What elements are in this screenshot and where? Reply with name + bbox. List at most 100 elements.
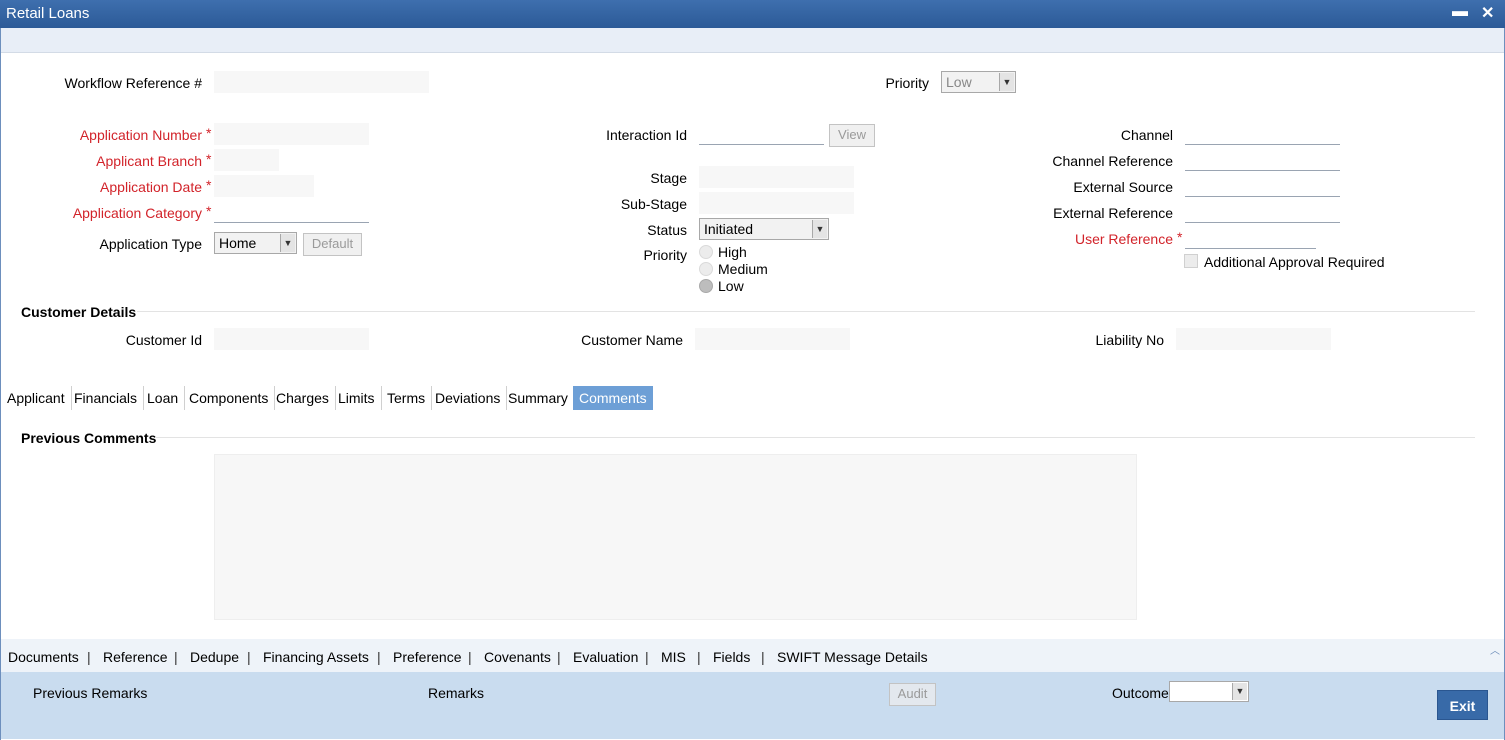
required-marker: * xyxy=(206,203,212,219)
section-divider xyxy=(155,437,1475,438)
user-reference-input[interactable] xyxy=(1185,227,1316,249)
liability-no-label: Liability No xyxy=(1095,332,1164,348)
nav-preference[interactable]: Preference xyxy=(393,649,461,665)
sub-stage-label: Sub-Stage xyxy=(620,196,687,212)
external-reference-label: External Reference xyxy=(1053,205,1173,221)
outcome-label: Outcome xyxy=(1112,685,1169,701)
status-select[interactable]: Initiated ▼ xyxy=(699,218,829,240)
customer-details-heading: Customer Details xyxy=(21,304,137,320)
section-divider xyxy=(137,311,1475,312)
nav-separator: | xyxy=(761,649,765,665)
previous-comments-heading: Previous Comments xyxy=(21,430,157,446)
exit-button[interactable]: Exit xyxy=(1437,690,1488,720)
window-titlebar: Retail Loans ▬ ✕ xyxy=(0,0,1505,28)
liability-no-input[interactable] xyxy=(1176,328,1331,350)
tab-loan[interactable]: Loan xyxy=(141,386,186,410)
additional-approval-checkbox[interactable] xyxy=(1184,254,1198,268)
application-number-label: Application Number xyxy=(79,127,202,143)
scroll-up-icon[interactable]: ︿ xyxy=(1490,642,1500,657)
remarks-link[interactable]: Remarks xyxy=(428,685,484,701)
required-marker: * xyxy=(206,125,212,141)
minimize-icon[interactable]: ▬ xyxy=(1452,3,1468,21)
header-priority-value: Low xyxy=(946,74,972,90)
status-value: Initiated xyxy=(704,221,754,237)
nav-separator: | xyxy=(468,649,472,665)
audit-button[interactable]: Audit xyxy=(889,683,936,706)
customer-name-input[interactable] xyxy=(695,328,850,350)
tab-financials[interactable]: Financials xyxy=(68,386,145,410)
tab-charges[interactable]: Charges xyxy=(270,386,336,410)
default-button[interactable]: Default xyxy=(303,233,362,256)
nav-financing-assets[interactable]: Financing Assets xyxy=(263,649,369,665)
nav-dedupe[interactable]: Dedupe xyxy=(190,649,239,665)
close-icon[interactable]: ✕ xyxy=(1481,3,1494,23)
nav-separator: | xyxy=(645,649,649,665)
applicant-branch-label: Applicant Branch xyxy=(96,153,202,169)
user-reference-label: User Reference xyxy=(1074,231,1173,247)
tab-applicant[interactable]: Applicant xyxy=(1,386,72,410)
interaction-id-label: Interaction Id xyxy=(606,127,687,143)
stage-input[interactable] xyxy=(699,166,854,188)
additional-approval-label: Additional Approval Required xyxy=(1204,254,1385,270)
footer-bar xyxy=(1,672,1504,739)
priority-high-radio[interactable] xyxy=(699,245,713,259)
priority-high-label: High xyxy=(718,244,747,260)
application-number-input[interactable] xyxy=(214,123,369,145)
nav-separator: | xyxy=(87,649,91,665)
workflow-reference-input[interactable] xyxy=(214,71,429,93)
channel-label: Channel xyxy=(1120,127,1173,143)
application-type-value: Home xyxy=(219,235,257,251)
dropdown-arrow-icon: ▼ xyxy=(280,234,295,252)
tab-summary[interactable]: Summary xyxy=(502,386,575,410)
priority-low-label: Low xyxy=(718,278,744,294)
required-marker: * xyxy=(1177,229,1183,245)
priority-low-radio[interactable] xyxy=(699,279,713,293)
nav-separator: | xyxy=(174,649,178,665)
tab-limits[interactable]: Limits xyxy=(332,386,382,410)
header-priority-label: Priority xyxy=(885,75,929,91)
sub-stage-input[interactable] xyxy=(699,192,854,214)
required-marker: * xyxy=(206,177,212,193)
dropdown-arrow-icon: ▼ xyxy=(999,73,1014,91)
nav-documents[interactable]: Documents xyxy=(8,649,79,665)
nav-swift-message-details[interactable]: SWIFT Message Details xyxy=(777,649,928,665)
application-date-label: Application Date xyxy=(100,179,202,195)
tab-deviations[interactable]: Deviations xyxy=(429,386,508,410)
application-type-select[interactable]: Home ▼ xyxy=(214,232,297,254)
window-title: Retail Loans xyxy=(6,5,90,22)
application-category-input[interactable] xyxy=(214,201,369,223)
customer-id-input[interactable] xyxy=(214,328,369,350)
view-button[interactable]: View xyxy=(829,124,875,147)
tab-components[interactable]: Components xyxy=(183,386,276,410)
stage-label: Stage xyxy=(650,170,687,186)
previous-remarks-link[interactable]: Previous Remarks xyxy=(33,685,147,701)
channel-reference-label: Channel Reference xyxy=(1052,153,1173,169)
nav-fields[interactable]: Fields xyxy=(713,649,750,665)
middle-priority-label: Priority xyxy=(643,247,687,263)
nav-separator: | xyxy=(697,649,701,665)
applicant-branch-input[interactable] xyxy=(214,149,279,171)
nav-evaluation[interactable]: Evaluation xyxy=(573,649,638,665)
nav-reference[interactable]: Reference xyxy=(103,649,168,665)
application-category-label: Application Category xyxy=(72,205,202,221)
tab-comments[interactable]: Comments xyxy=(573,386,653,410)
external-source-label: External Source xyxy=(1073,179,1173,195)
tab-terms[interactable]: Terms xyxy=(381,386,433,410)
channel-input[interactable] xyxy=(1185,123,1340,145)
nav-covenants[interactable]: Covenants xyxy=(484,649,551,665)
channel-reference-input[interactable] xyxy=(1185,149,1340,171)
nav-mis[interactable]: MIS xyxy=(661,649,686,665)
priority-medium-label: Medium xyxy=(718,261,768,277)
application-date-input[interactable] xyxy=(214,175,314,197)
application-type-label: Application Type xyxy=(99,236,202,252)
external-reference-input[interactable] xyxy=(1185,201,1340,223)
interaction-id-input[interactable] xyxy=(699,123,824,145)
nav-separator: | xyxy=(247,649,251,665)
previous-comments-textarea[interactable] xyxy=(214,454,1137,620)
dropdown-arrow-icon: ▼ xyxy=(812,220,827,238)
priority-medium-radio[interactable] xyxy=(699,262,713,276)
header-priority-select[interactable]: Low ▼ xyxy=(941,71,1016,93)
outcome-select[interactable]: ▼ xyxy=(1169,681,1249,702)
customer-name-label: Customer Name xyxy=(581,332,683,348)
external-source-input[interactable] xyxy=(1185,175,1340,197)
